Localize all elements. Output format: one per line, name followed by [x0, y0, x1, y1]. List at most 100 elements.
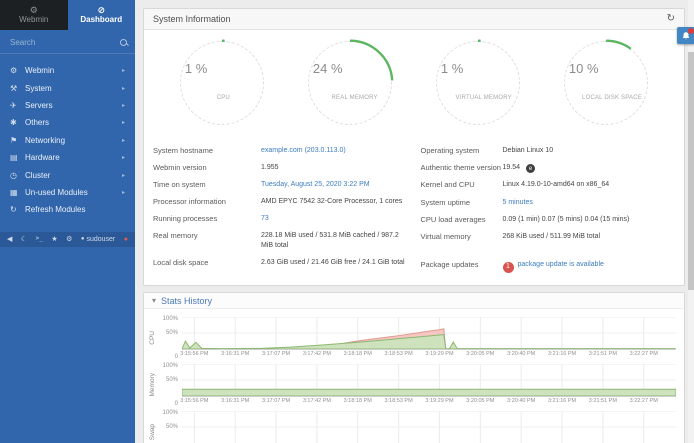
power-icon-glyph: ● — [124, 236, 128, 243]
chevron-right-icon: ▸ — [122, 119, 125, 126]
info-label: Package updates — [421, 260, 503, 269]
x-tick: 3:18:18 PM — [344, 351, 372, 357]
info-label: Processor information — [153, 197, 261, 206]
gauge-label: VIRTUAL MEMORY — [455, 95, 511, 101]
info-value-text: 0.09 (1 min) 0.07 (5 mins) 0.04 (15 mins… — [503, 216, 630, 223]
gauge-real-memory: 24 %REAL MEMORY — [286, 38, 414, 136]
night-mode-icon[interactable]: ☾ — [21, 236, 27, 243]
info-value-link[interactable]: Tuesday, August 25, 2020 3:22 PM — [261, 181, 370, 188]
sidebar-item-networking[interactable]: ⚑Networking▸ — [0, 132, 135, 149]
power-icon[interactable]: ● — [124, 236, 128, 243]
sidebar-item-webmin[interactable]: ⚙Webmin▸ — [0, 62, 135, 79]
sidebar-item-unused-modules[interactable]: ▦Un-used Modules▸ — [0, 184, 135, 201]
collapse-sidebar-icon[interactable]: ◀ — [7, 236, 12, 243]
sidebar-menu: ⚙Webmin▸⚒System▸✈Servers▸✱Others▸⚑Networ… — [0, 54, 135, 219]
gauge-value: 10 % — [569, 61, 599, 76]
settings-icon[interactable]: ⚙ — [66, 236, 72, 243]
info-row-operating-system: Operating systemDebian Linux 10 — [421, 142, 675, 159]
chevron-right-icon: ▸ — [122, 137, 125, 144]
info-value-text: Linux 4.19.0-10-amd64 on x86_64 — [503, 181, 610, 188]
main-scrollbar[interactable] — [688, 0, 694, 443]
gauge-virtual-memory: 1 %VIRTUAL MEMORY — [414, 38, 542, 136]
favorites-icon-glyph: ★ — [51, 236, 57, 243]
sidebar-item-label: Hardware — [25, 153, 60, 162]
history-icon: ◷ — [10, 171, 25, 180]
info-value-link[interactable]: package update is available — [518, 261, 604, 268]
series-memory-used — [182, 389, 676, 396]
x-tick: 3:15:56 PM — [180, 398, 208, 404]
terminal-icon[interactable]: >_ — [36, 236, 43, 242]
info-row-webmin-version: Webmin version1.955 — [153, 159, 407, 176]
grid-icon: ▦ — [10, 188, 25, 197]
sidebar-footer: ◀ ☾ >_ ★ ⚙ ●sudouser ● — [0, 232, 135, 247]
x-tick: 3:22:27 PM — [630, 398, 658, 404]
chart-memory: Memory100%50%03:15:56 PM3:16:31 PM3:17:0… — [146, 364, 676, 406]
sidebar-item-others[interactable]: ✱Others▸ — [0, 114, 135, 131]
search-icon[interactable] — [120, 39, 125, 47]
sidebar-item-hardware[interactable]: ▤Hardware▸ — [0, 149, 135, 166]
tab-dashboard[interactable]: ⊘ Dashboard — [68, 0, 136, 30]
stats-history-title: Stats History — [161, 296, 212, 306]
info-value: 1.955 — [261, 163, 279, 173]
chevron-right-icon: ▸ — [122, 154, 125, 161]
sidebar-item-label: Networking — [25, 136, 65, 145]
sidebar-item-cluster[interactable]: ◷Cluster▸ — [0, 166, 135, 183]
usage-gauges: 1 %CPU24 %REAL MEMORY1 %VIRTUAL MEMORY10… — [144, 30, 684, 136]
info-row-package-updates: Package updates1 package update is availa… — [421, 257, 675, 277]
info-value-link[interactable]: 5 minutes — [503, 199, 533, 206]
info-row-cpu-load-averages: CPU load averages0.09 (1 min) 0.07 (5 mi… — [421, 211, 675, 228]
info-value-link[interactable]: example.com (203.0.113.0) — [261, 147, 346, 154]
chart-body: 3:15:56 PM3:16:31 PM3:17:07 PM3:17:42 PM… — [182, 411, 676, 443]
info-value-text: AMD EPYC 7542 32-Core Processor, 1 cores — [261, 198, 402, 205]
system-information-card: System Information ↻ 1 %CPU24 %REAL MEMO… — [143, 8, 685, 286]
info-value-link[interactable]: 73 — [261, 215, 269, 222]
chart-canvas — [182, 317, 676, 349]
sidebar-item-servers[interactable]: ✈Servers▸ — [0, 97, 135, 114]
sidebar-item-system[interactable]: ⚒System▸ — [0, 79, 135, 96]
refresh-icon[interactable]: ↻ — [667, 14, 675, 24]
x-tick: 3:18:18 PM — [344, 398, 372, 404]
info-value-text: 268 KiB used / 511.99 MiB total — [503, 233, 601, 240]
stats-history-card: ▾ Stats History CPU100%50%03:15:56 PM3:1… — [143, 292, 685, 443]
gauge-label: CPU — [217, 95, 230, 101]
chart-yaxis: 100%50%0 — [159, 317, 182, 359]
update-count-badge: 1 — [503, 262, 514, 273]
y-tick: 50% — [166, 377, 178, 383]
x-tick: 3:20:05 PM — [466, 398, 494, 404]
info-value: 2.63 GiB used / 21.46 GiB free / 24.1 Gi… — [261, 258, 405, 268]
sidebar-item-refresh-modules[interactable]: ↻Refresh Modules — [0, 201, 135, 218]
sidebar-item-label: Un-used Modules — [25, 188, 88, 197]
gauge-value: 24 % — [313, 61, 343, 76]
x-tick: 3:21:51 PM — [589, 351, 617, 357]
user-menu[interactable]: ●sudouser — [81, 236, 115, 243]
info-value: 1 package update is available — [503, 260, 604, 273]
gear-icon: ⚙ — [10, 66, 25, 75]
x-tick: 3:21:16 PM — [548, 351, 576, 357]
stats-history-header[interactable]: ▾ Stats History — [144, 293, 684, 309]
system-info-table: System hostnameexample.com (203.0.113.0)… — [144, 136, 684, 285]
chevron-right-icon: ▸ — [122, 85, 125, 92]
chart-xticks: 3:15:56 PM3:16:31 PM3:17:07 PM3:17:42 PM… — [182, 351, 676, 359]
x-tick: 3:18:53 PM — [385, 398, 413, 404]
chart-plot — [182, 364, 676, 397]
chevron-right-icon: ▸ — [122, 102, 125, 109]
series-cpu-usage — [182, 335, 675, 349]
info-value: 228.18 MiB used / 531.8 MiB cached / 987… — [261, 231, 407, 251]
chart-swap: Swap100%50%03:15:56 PM3:16:31 PM3:17:07 … — [146, 411, 676, 443]
chart-canvas — [182, 411, 676, 443]
gauge-arc — [561, 38, 651, 128]
search-input[interactable] — [10, 38, 120, 47]
notifications-button[interactable] — [677, 27, 694, 44]
x-tick: 3:17:07 PM — [262, 351, 290, 357]
gauge-label: LOCAL DISK SPACE — [582, 95, 642, 101]
favorites-icon[interactable]: ★ — [51, 236, 57, 243]
info-label: CPU load averages — [421, 215, 503, 224]
info-label: Operating system — [421, 146, 503, 155]
scrollbar-thumb[interactable] — [688, 52, 694, 290]
info-row-virtual-memory: Virtual memory268 KiB used / 511.99 MiB … — [421, 228, 675, 245]
tab-webmin[interactable]: ⚙ Webmin — [0, 0, 68, 30]
stats-charts: CPU100%50%03:15:56 PM3:16:31 PM3:17:07 P… — [144, 309, 684, 443]
sidebar-item-label: Webmin — [25, 66, 54, 75]
y-tick: 100% — [163, 410, 178, 416]
theme-info-icon[interactable]: e — [526, 164, 535, 173]
